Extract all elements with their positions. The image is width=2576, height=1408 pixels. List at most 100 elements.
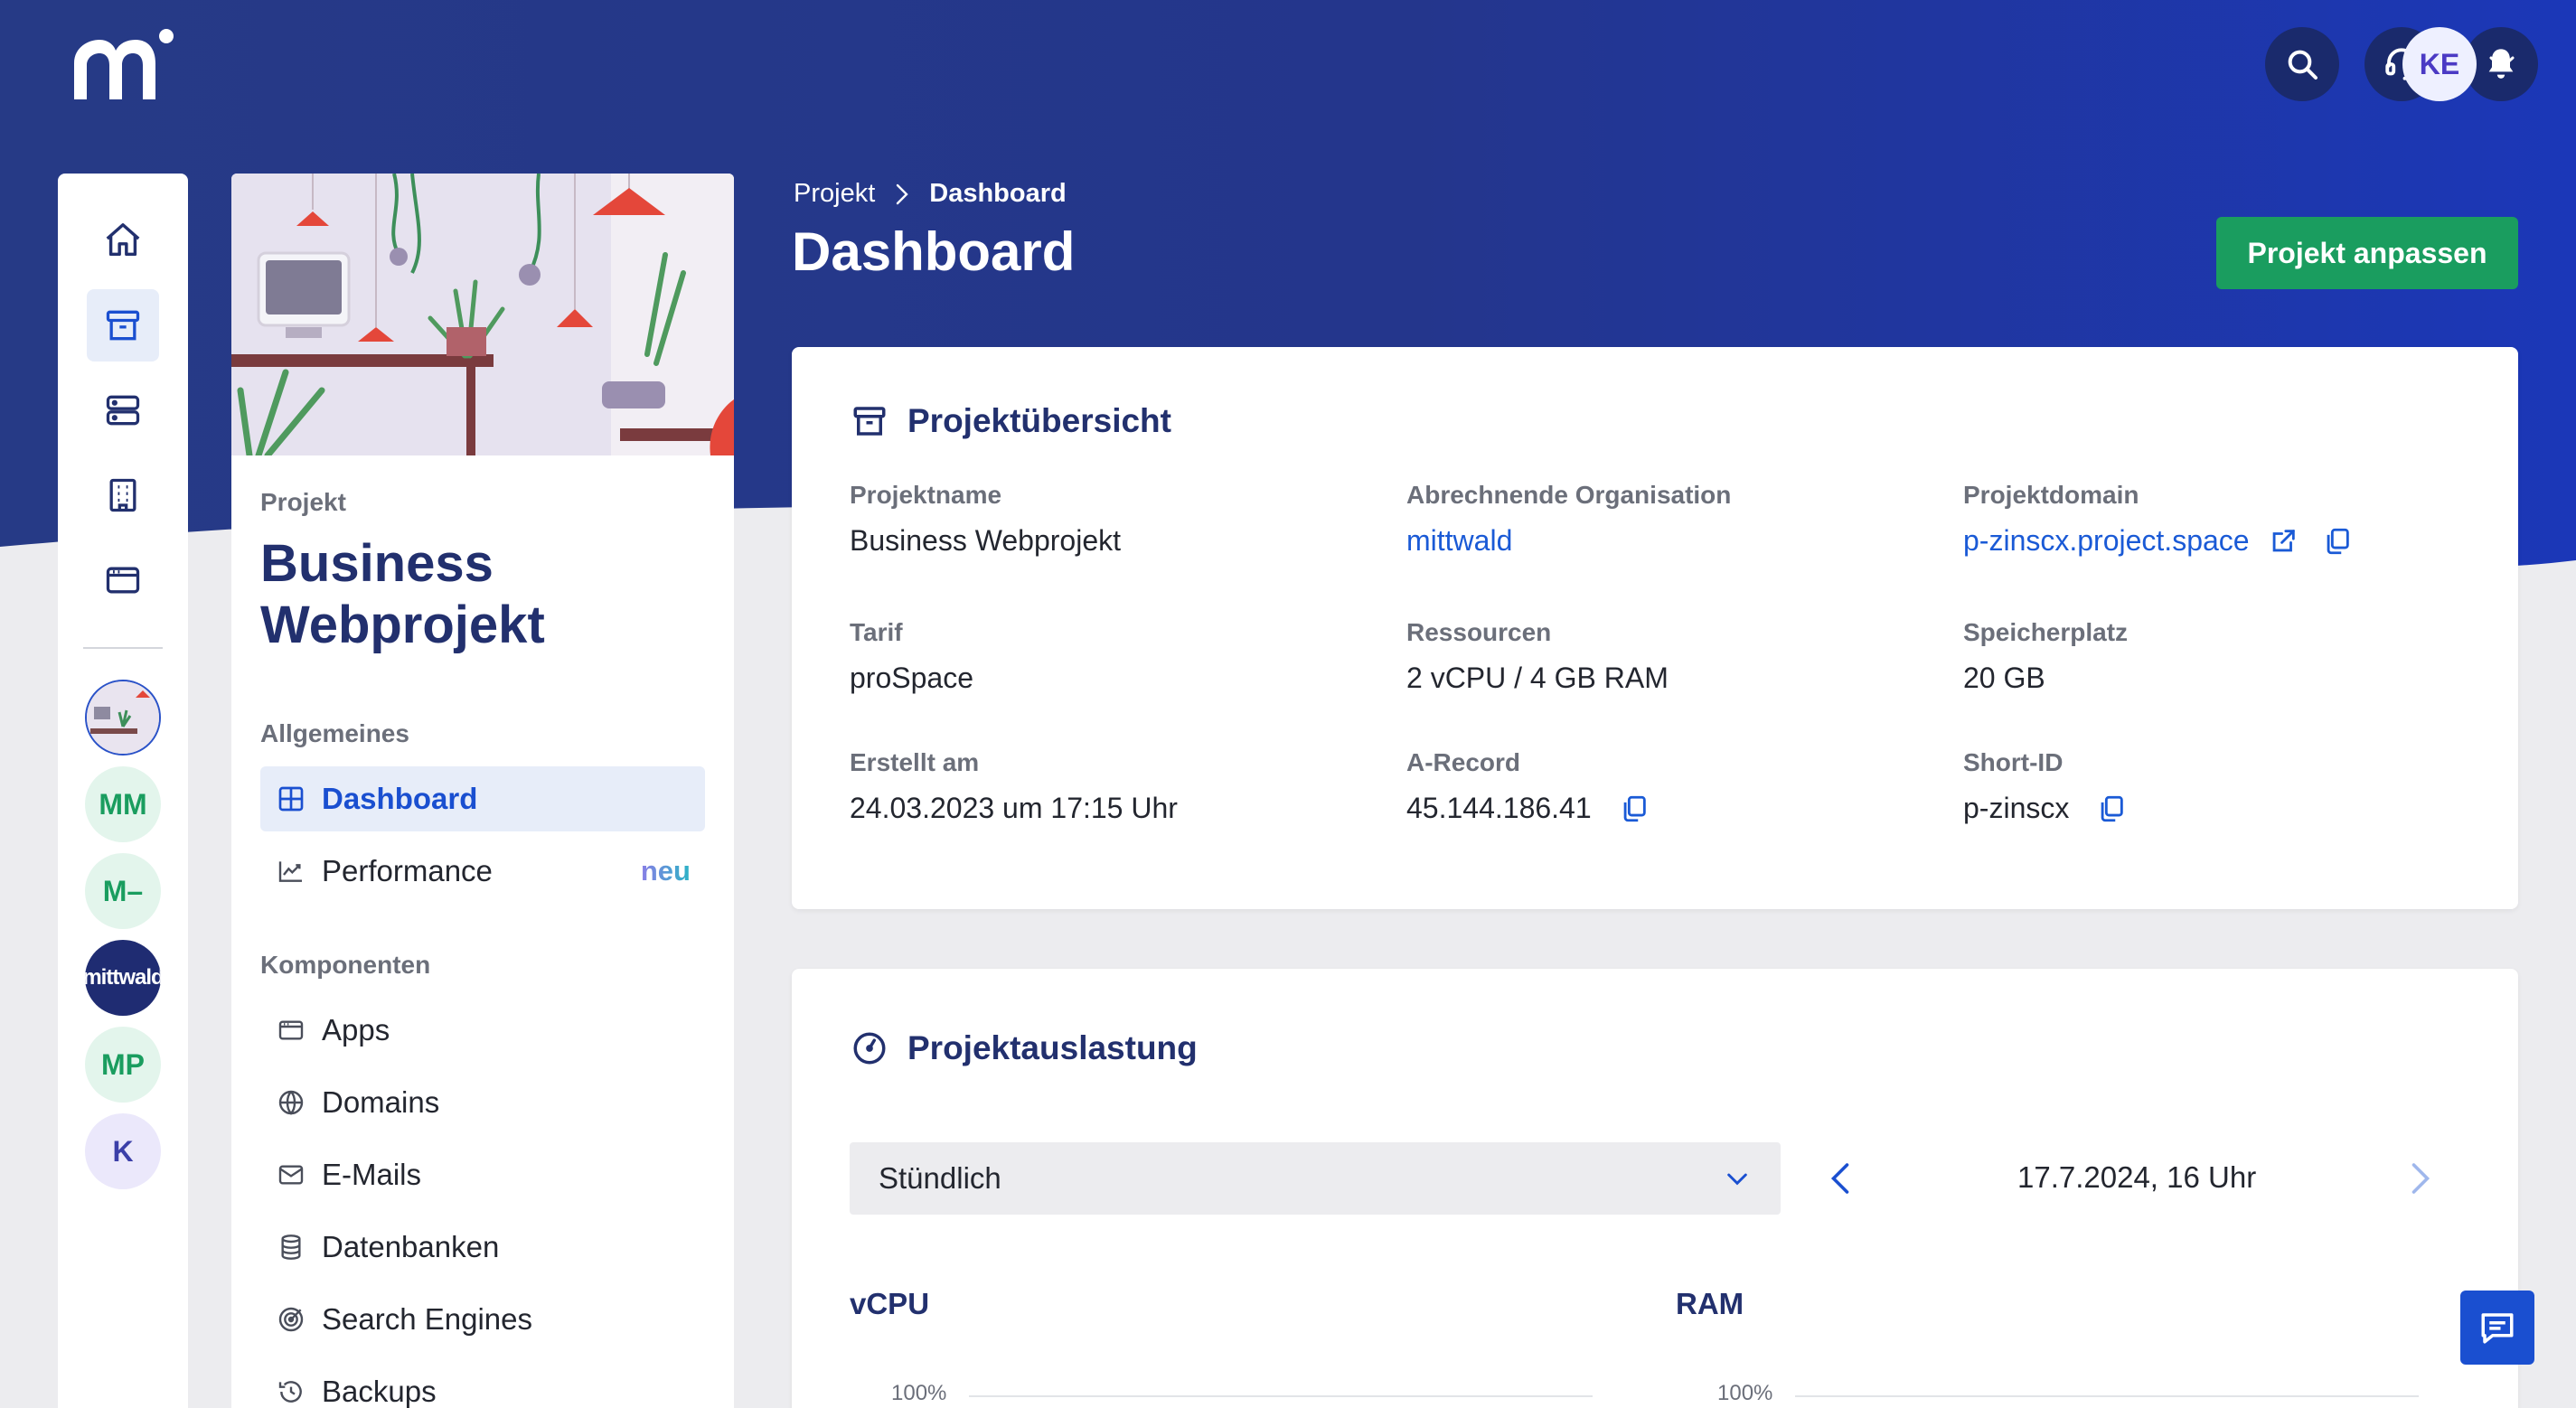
nav-item-apps[interactable]: Apps bbox=[260, 998, 705, 1063]
nav-item-label: Domains bbox=[322, 1085, 440, 1119]
project-label: Projekt bbox=[260, 488, 346, 516]
edit-project-button[interactable]: Projekt anpassen bbox=[2216, 217, 2518, 289]
browser-icon[interactable] bbox=[87, 544, 159, 616]
chevron-down-icon[interactable] bbox=[2487, 52, 2516, 77]
project-avatar-business-webprojekt[interactable] bbox=[85, 680, 161, 756]
server-icon[interactable] bbox=[87, 374, 159, 446]
interval-select-value: Stündlich bbox=[879, 1161, 1001, 1195]
interval-select[interactable]: Stündlich bbox=[850, 1142, 1781, 1215]
external-link-icon[interactable] bbox=[2268, 526, 2299, 557]
field-label: Projektdomain bbox=[1963, 481, 2139, 509]
card-title: Projektauslastung bbox=[907, 1029, 1198, 1066]
project-box-icon[interactable] bbox=[87, 289, 159, 361]
chevron-down-icon bbox=[1723, 1164, 1752, 1200]
field-value-short-id: p-zinscx bbox=[1963, 792, 2070, 824]
mittwald-logo[interactable] bbox=[71, 27, 179, 108]
home-icon[interactable] bbox=[87, 204, 159, 277]
nav-item-label: Performance bbox=[322, 854, 493, 887]
vcpu-axis-label: 100% bbox=[891, 1381, 947, 1405]
project-overview-card: Projektübersicht Projektname Business We… bbox=[792, 347, 2518, 909]
field-label: Tarif bbox=[850, 618, 903, 646]
field-label: Abrechnende Organisation bbox=[1406, 481, 1732, 509]
field-label: Erstellt am bbox=[850, 748, 980, 776]
field-label: Projektname bbox=[850, 481, 1002, 509]
nav-item-emails[interactable]: E-Mails bbox=[260, 1142, 705, 1207]
short-id-field: p-zinscx bbox=[1963, 792, 2127, 825]
field-label: Speicherplatz bbox=[1963, 618, 2129, 646]
user-avatar[interactable]: KE bbox=[2402, 27, 2477, 101]
database-icon bbox=[275, 1231, 307, 1263]
project-avatar-mm[interactable]: MM bbox=[85, 766, 161, 842]
chart-trend-icon bbox=[275, 855, 307, 887]
nav-item-performance[interactable]: Performance neu bbox=[260, 839, 705, 904]
field-label: Ressourcen bbox=[1406, 618, 1552, 646]
new-badge: neu bbox=[640, 855, 691, 887]
nav-item-label: Datenbanken bbox=[322, 1230, 500, 1263]
copy-icon[interactable] bbox=[1619, 793, 1650, 824]
next-date-button[interactable] bbox=[2410, 1160, 2431, 1201]
history-icon bbox=[275, 1375, 307, 1408]
project-domain-link[interactable]: p-zinscx.project.space bbox=[1963, 524, 2250, 558]
ram-gridline bbox=[1795, 1395, 2419, 1397]
nav-item-datenbanken[interactable]: Datenbanken bbox=[260, 1215, 705, 1280]
card-heading: Projektauslastung bbox=[850, 1028, 1198, 1068]
project-usage-card: Projektauslastung Stündlich 17.7.2024, 1… bbox=[792, 969, 2518, 1408]
nav-item-label: Search Engines bbox=[322, 1302, 532, 1336]
apps-window-icon bbox=[275, 1014, 307, 1047]
chevron-right-icon bbox=[895, 183, 909, 206]
selected-date: 17.7.2024, 16 Uhr bbox=[2017, 1160, 2257, 1194]
mail-icon bbox=[275, 1159, 307, 1191]
gauge-icon bbox=[850, 1028, 889, 1068]
previous-date-button[interactable] bbox=[1829, 1160, 1851, 1201]
field-label: Short-ID bbox=[1963, 748, 2064, 776]
page-title: Dashboard bbox=[792, 221, 1076, 282]
breadcrumb-parent[interactable]: Projekt bbox=[794, 179, 875, 209]
a-record-field: 45.144.186.41 bbox=[1406, 792, 1650, 825]
project-box-icon bbox=[850, 401, 889, 441]
nav-item-label: E-Mails bbox=[322, 1158, 422, 1191]
field-value-a-record: 45.144.186.41 bbox=[1406, 792, 1592, 824]
project-sidebar: Projekt Business Webprojekt Allgemeines … bbox=[231, 174, 734, 1408]
field-value-erstellt-am: 24.03.2023 um 17:15 Uhr bbox=[850, 792, 1178, 824]
project-avatar-m-dash[interactable]: M– bbox=[85, 853, 161, 929]
globe-icon bbox=[275, 1086, 307, 1119]
section-title-komponenten: Komponenten bbox=[260, 951, 431, 979]
field-value-tarif: proSpace bbox=[850, 662, 973, 694]
field-label: A-Record bbox=[1406, 748, 1521, 776]
vcpu-chart-title: vCPU bbox=[850, 1287, 930, 1320]
project-avatar-k[interactable]: K bbox=[85, 1113, 161, 1189]
project-domain-field: p-zinscx.project.space bbox=[1963, 524, 2353, 558]
project-name-heading: Business Webprojekt bbox=[260, 534, 545, 655]
organisation-link[interactable]: mittwald bbox=[1406, 524, 1512, 558]
field-value-speicherplatz: 20 GB bbox=[1963, 662, 2045, 694]
project-avatar-mp[interactable]: MP bbox=[85, 1027, 161, 1103]
copy-icon[interactable] bbox=[2322, 526, 2353, 557]
rail-divider bbox=[83, 647, 163, 649]
nav-item-label: Backups bbox=[322, 1375, 437, 1408]
nav-item-search-engines[interactable]: Search Engines bbox=[260, 1287, 705, 1352]
card-title: Projektübersicht bbox=[907, 402, 1171, 439]
ram-chart-title: RAM bbox=[1676, 1287, 1744, 1320]
field-value-ressourcen: 2 vCPU / 4 GB RAM bbox=[1406, 662, 1669, 694]
copy-icon[interactable] bbox=[2096, 793, 2127, 824]
nav-item-dashboard[interactable]: Dashboard bbox=[260, 766, 705, 831]
building-icon[interactable] bbox=[87, 459, 159, 531]
nav-item-label: Apps bbox=[322, 1013, 390, 1047]
project-cover-illustration bbox=[231, 174, 734, 455]
vcpu-gridline bbox=[969, 1395, 1593, 1397]
target-icon bbox=[275, 1303, 307, 1336]
main-navigation-rail: MM M– mittwald MP K bbox=[58, 174, 188, 1408]
nav-item-domains[interactable]: Domains bbox=[260, 1070, 705, 1135]
nav-item-backups[interactable]: Backups bbox=[260, 1359, 705, 1408]
card-heading: Projektübersicht bbox=[850, 401, 1171, 441]
section-title-allgemeines: Allgemeines bbox=[260, 719, 409, 747]
nav-item-label: Dashboard bbox=[322, 782, 478, 815]
chat-icon[interactable] bbox=[2460, 1291, 2534, 1365]
dashboard-grid-icon bbox=[275, 783, 307, 815]
ram-axis-label: 100% bbox=[1717, 1381, 1773, 1405]
project-avatar-mittwald[interactable]: mittwald bbox=[85, 940, 161, 1016]
breadcrumb-current: Dashboard bbox=[929, 179, 1067, 208]
search-icon[interactable] bbox=[2265, 27, 2339, 101]
field-value-projektname: Business Webprojekt bbox=[850, 524, 1121, 557]
breadcrumb: Projekt Dashboard bbox=[794, 179, 1067, 209]
